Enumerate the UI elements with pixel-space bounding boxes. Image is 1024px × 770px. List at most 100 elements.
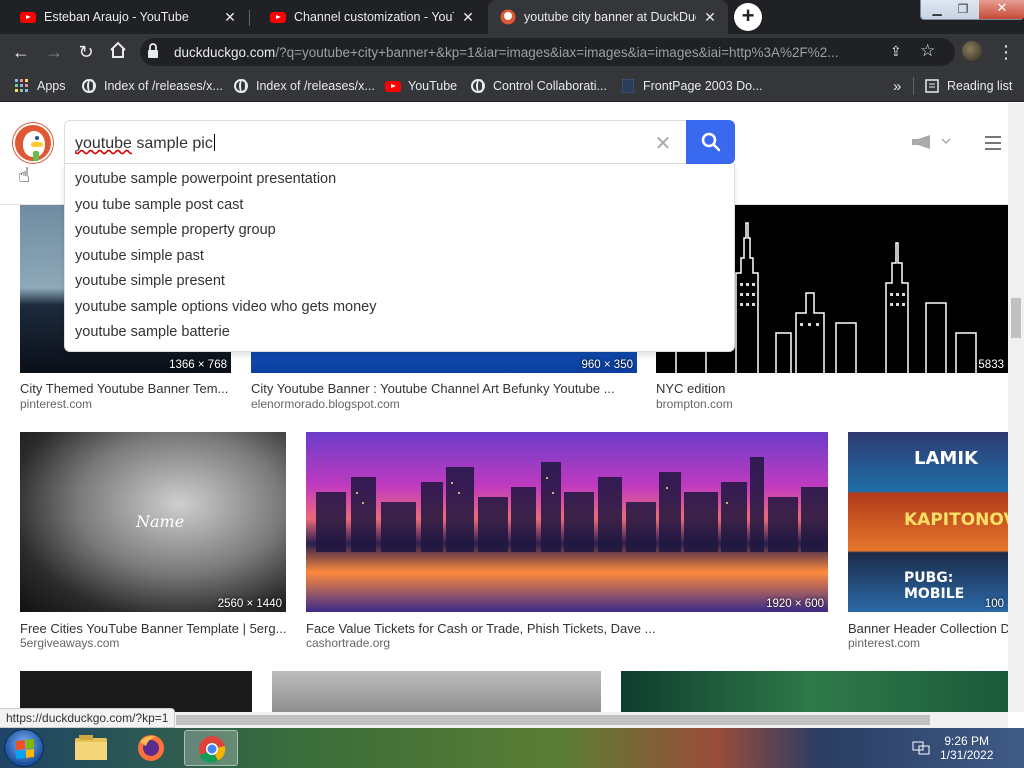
url-text: duckduckgo.com/?q=youtube+city+banner+&k…	[174, 45, 839, 60]
more-bookmarks-button[interactable]: »	[893, 77, 901, 95]
hand-cursor-icon: ☝	[18, 165, 31, 187]
suggestion-item[interactable]: youtube sample options video who gets mo…	[65, 295, 734, 321]
status-bar-url: https://duckduckgo.com/?kp=1	[0, 708, 176, 728]
bookmark-youtube[interactable]: YouTube	[385, 77, 457, 95]
result-source[interactable]: 5ergiveaways.com	[20, 636, 119, 650]
close-tab-icon[interactable]: ✕	[222, 9, 238, 26]
window-controls: ▁ ❐ ✕	[920, 0, 1024, 20]
suggestion-item[interactable]: youtube simple present	[65, 269, 734, 295]
result-image-5[interactable]: 1920 × 600	[306, 432, 828, 612]
profile-avatar[interactable]	[962, 41, 982, 61]
result-image-4[interactable]: Name 2560 × 1440	[20, 432, 286, 612]
clock-time: 9:26 PM	[944, 734, 990, 748]
bookmark-label: Apps	[37, 79, 66, 93]
firefox-taskbar-icon[interactable]	[124, 730, 178, 766]
close-tab-icon[interactable]: ✕	[702, 9, 718, 26]
suggestion-item[interactable]: youtube simple past	[65, 244, 734, 270]
file-explorer-taskbar-icon[interactable]	[64, 730, 118, 766]
bookmarks-bar: Apps Index of /releases/x... Index of /r…	[0, 70, 1024, 102]
image-resolution: 2560 × 1440	[217, 598, 282, 610]
globe-icon	[81, 78, 97, 94]
network-icon[interactable]	[912, 740, 930, 759]
suggestion-item[interactable]: youtube sample batterie	[65, 320, 734, 346]
result-caption[interactable]: Face Value Tickets for Cash or Trade, Ph…	[306, 621, 828, 636]
search-query: youtube sample pic	[75, 134, 215, 152]
image-overlay-text: KAPITONOV	[904, 510, 1008, 530]
tab-duckduckgo[interactable]: youtube city banner at DuckDuckGo ✕	[488, 0, 728, 34]
restore-icon[interactable]: ❐	[949, 0, 977, 20]
search-input[interactable]: youtube sample pic ✕	[64, 120, 687, 164]
result-caption[interactable]: City Youtube Banner : Youtube Channel Ar…	[251, 381, 637, 396]
bookmark-apps[interactable]: Apps	[14, 77, 66, 95]
windows-logo-icon	[16, 739, 34, 759]
windows-taskbar: 9:26 PM 1/31/2022	[0, 728, 1024, 768]
tab-title: youtube city banner at DuckDuckGo	[524, 10, 696, 24]
result-image-6[interactable]: LAMIK KAPITONOV PUBG: MOBILE 100	[848, 432, 1008, 612]
duckduckgo-logo[interactable]	[13, 123, 53, 163]
result-source[interactable]: pinterest.com	[20, 397, 92, 411]
result-caption[interactable]: Banner Header Collection D	[848, 621, 1008, 636]
image-resolution: 1920 × 600	[766, 598, 824, 610]
home-icon[interactable]	[107, 41, 129, 63]
result-source[interactable]: brompton.com	[656, 397, 733, 411]
address-bar[interactable]: duckduckgo.com/?q=youtube+city+banner+&k…	[140, 38, 955, 66]
clear-search-icon[interactable]: ✕	[653, 131, 673, 156]
result-source[interactable]: cashortrade.org	[306, 636, 390, 650]
image-resolution: 960 × 350	[581, 359, 633, 371]
bookmark-label: Control Collaborati...	[493, 79, 607, 93]
globe-icon	[233, 78, 249, 94]
result-image-8[interactable]	[272, 671, 601, 712]
browser-toolbar: ← → ↻ duckduckgo.com/?q=youtube+city+ban…	[0, 34, 1024, 70]
reload-icon[interactable]: ↻	[75, 41, 97, 63]
tab-channel-customization[interactable]: Channel customization - YouTube ✕	[250, 0, 486, 34]
result-source[interactable]: elenormorado.blogspot.com	[251, 397, 400, 411]
tab-youtube-channel[interactable]: Esteban Araujo - YouTube ✕	[0, 0, 248, 34]
result-image-9[interactable]	[621, 671, 1008, 712]
system-clock[interactable]: 9:26 PM 1/31/2022	[940, 734, 993, 762]
page-content: 1366 × 768 960 × 350 5833 City Themed Yo…	[0, 103, 1008, 712]
lock-icon[interactable]	[146, 43, 160, 62]
megaphone-icon[interactable]	[912, 135, 952, 152]
image-resolution: 5833	[978, 359, 1004, 371]
minimize-icon[interactable]: ▁	[923, 0, 951, 20]
chrome-taskbar-icon[interactable]	[184, 730, 238, 766]
start-button[interactable]	[4, 729, 44, 767]
bookmark-label: YouTube	[408, 79, 458, 93]
close-tab-icon[interactable]: ✕	[460, 9, 476, 26]
duckduckgo-icon	[500, 9, 516, 25]
bookmark-frontpage[interactable]: FrontPage 2003 Do...	[620, 77, 763, 95]
bookmark-star-icon[interactable]: ☆	[920, 41, 935, 61]
tab-title: Esteban Araujo - YouTube	[44, 10, 189, 24]
result-caption[interactable]: City Themed Youtube Banner Tem...	[20, 381, 235, 396]
tab-strip: Esteban Araujo - YouTube ✕ Channel custo…	[0, 0, 1024, 34]
search-button[interactable]	[686, 120, 735, 164]
close-window-icon[interactable]: ✕	[979, 0, 1024, 19]
result-caption[interactable]: Free Cities YouTube Banner Template | 5e…	[20, 621, 290, 636]
reading-list-button[interactable]: Reading list	[913, 77, 1012, 95]
result-caption[interactable]: NYC edition	[656, 381, 1006, 396]
suggestion-item[interactable]: you tube sample post cast	[65, 193, 734, 219]
clock-date: 1/31/2022	[940, 748, 994, 762]
share-icon[interactable]: ⇪	[890, 43, 902, 60]
suggestion-item[interactable]: youtube sample powerpoint presentation	[65, 167, 734, 193]
bookmark-label: FrontPage 2003 Do...	[643, 79, 763, 93]
back-icon[interactable]: ←	[10, 41, 32, 63]
chrome-menu-icon[interactable]: ⋮	[995, 41, 1017, 63]
result-source[interactable]: pinterest.com	[848, 636, 920, 650]
search-icon	[701, 132, 721, 152]
forward-icon[interactable]: →	[43, 41, 65, 63]
vertical-scrollbar[interactable]	[1008, 103, 1024, 712]
bookmark-releases-1[interactable]: Index of /releases/x...	[81, 77, 223, 95]
tab-title: Channel customization - YouTube	[294, 10, 454, 24]
image-resolution: 100	[984, 598, 1004, 610]
hamburger-menu-icon[interactable]	[985, 136, 1001, 154]
bookmark-releases-2[interactable]: Index of /releases/x...	[233, 77, 375, 95]
result-image-7[interactable]	[20, 671, 252, 712]
new-tab-button[interactable]: +	[734, 3, 762, 31]
reading-list-label: Reading list	[947, 79, 1013, 93]
suggestion-item[interactable]: youtube semple property group	[65, 218, 734, 244]
bookmark-control-collaboration[interactable]: Control Collaborati...	[470, 77, 607, 95]
youtube-icon	[385, 78, 401, 94]
page-icon	[620, 78, 636, 94]
youtube-icon	[20, 9, 36, 25]
